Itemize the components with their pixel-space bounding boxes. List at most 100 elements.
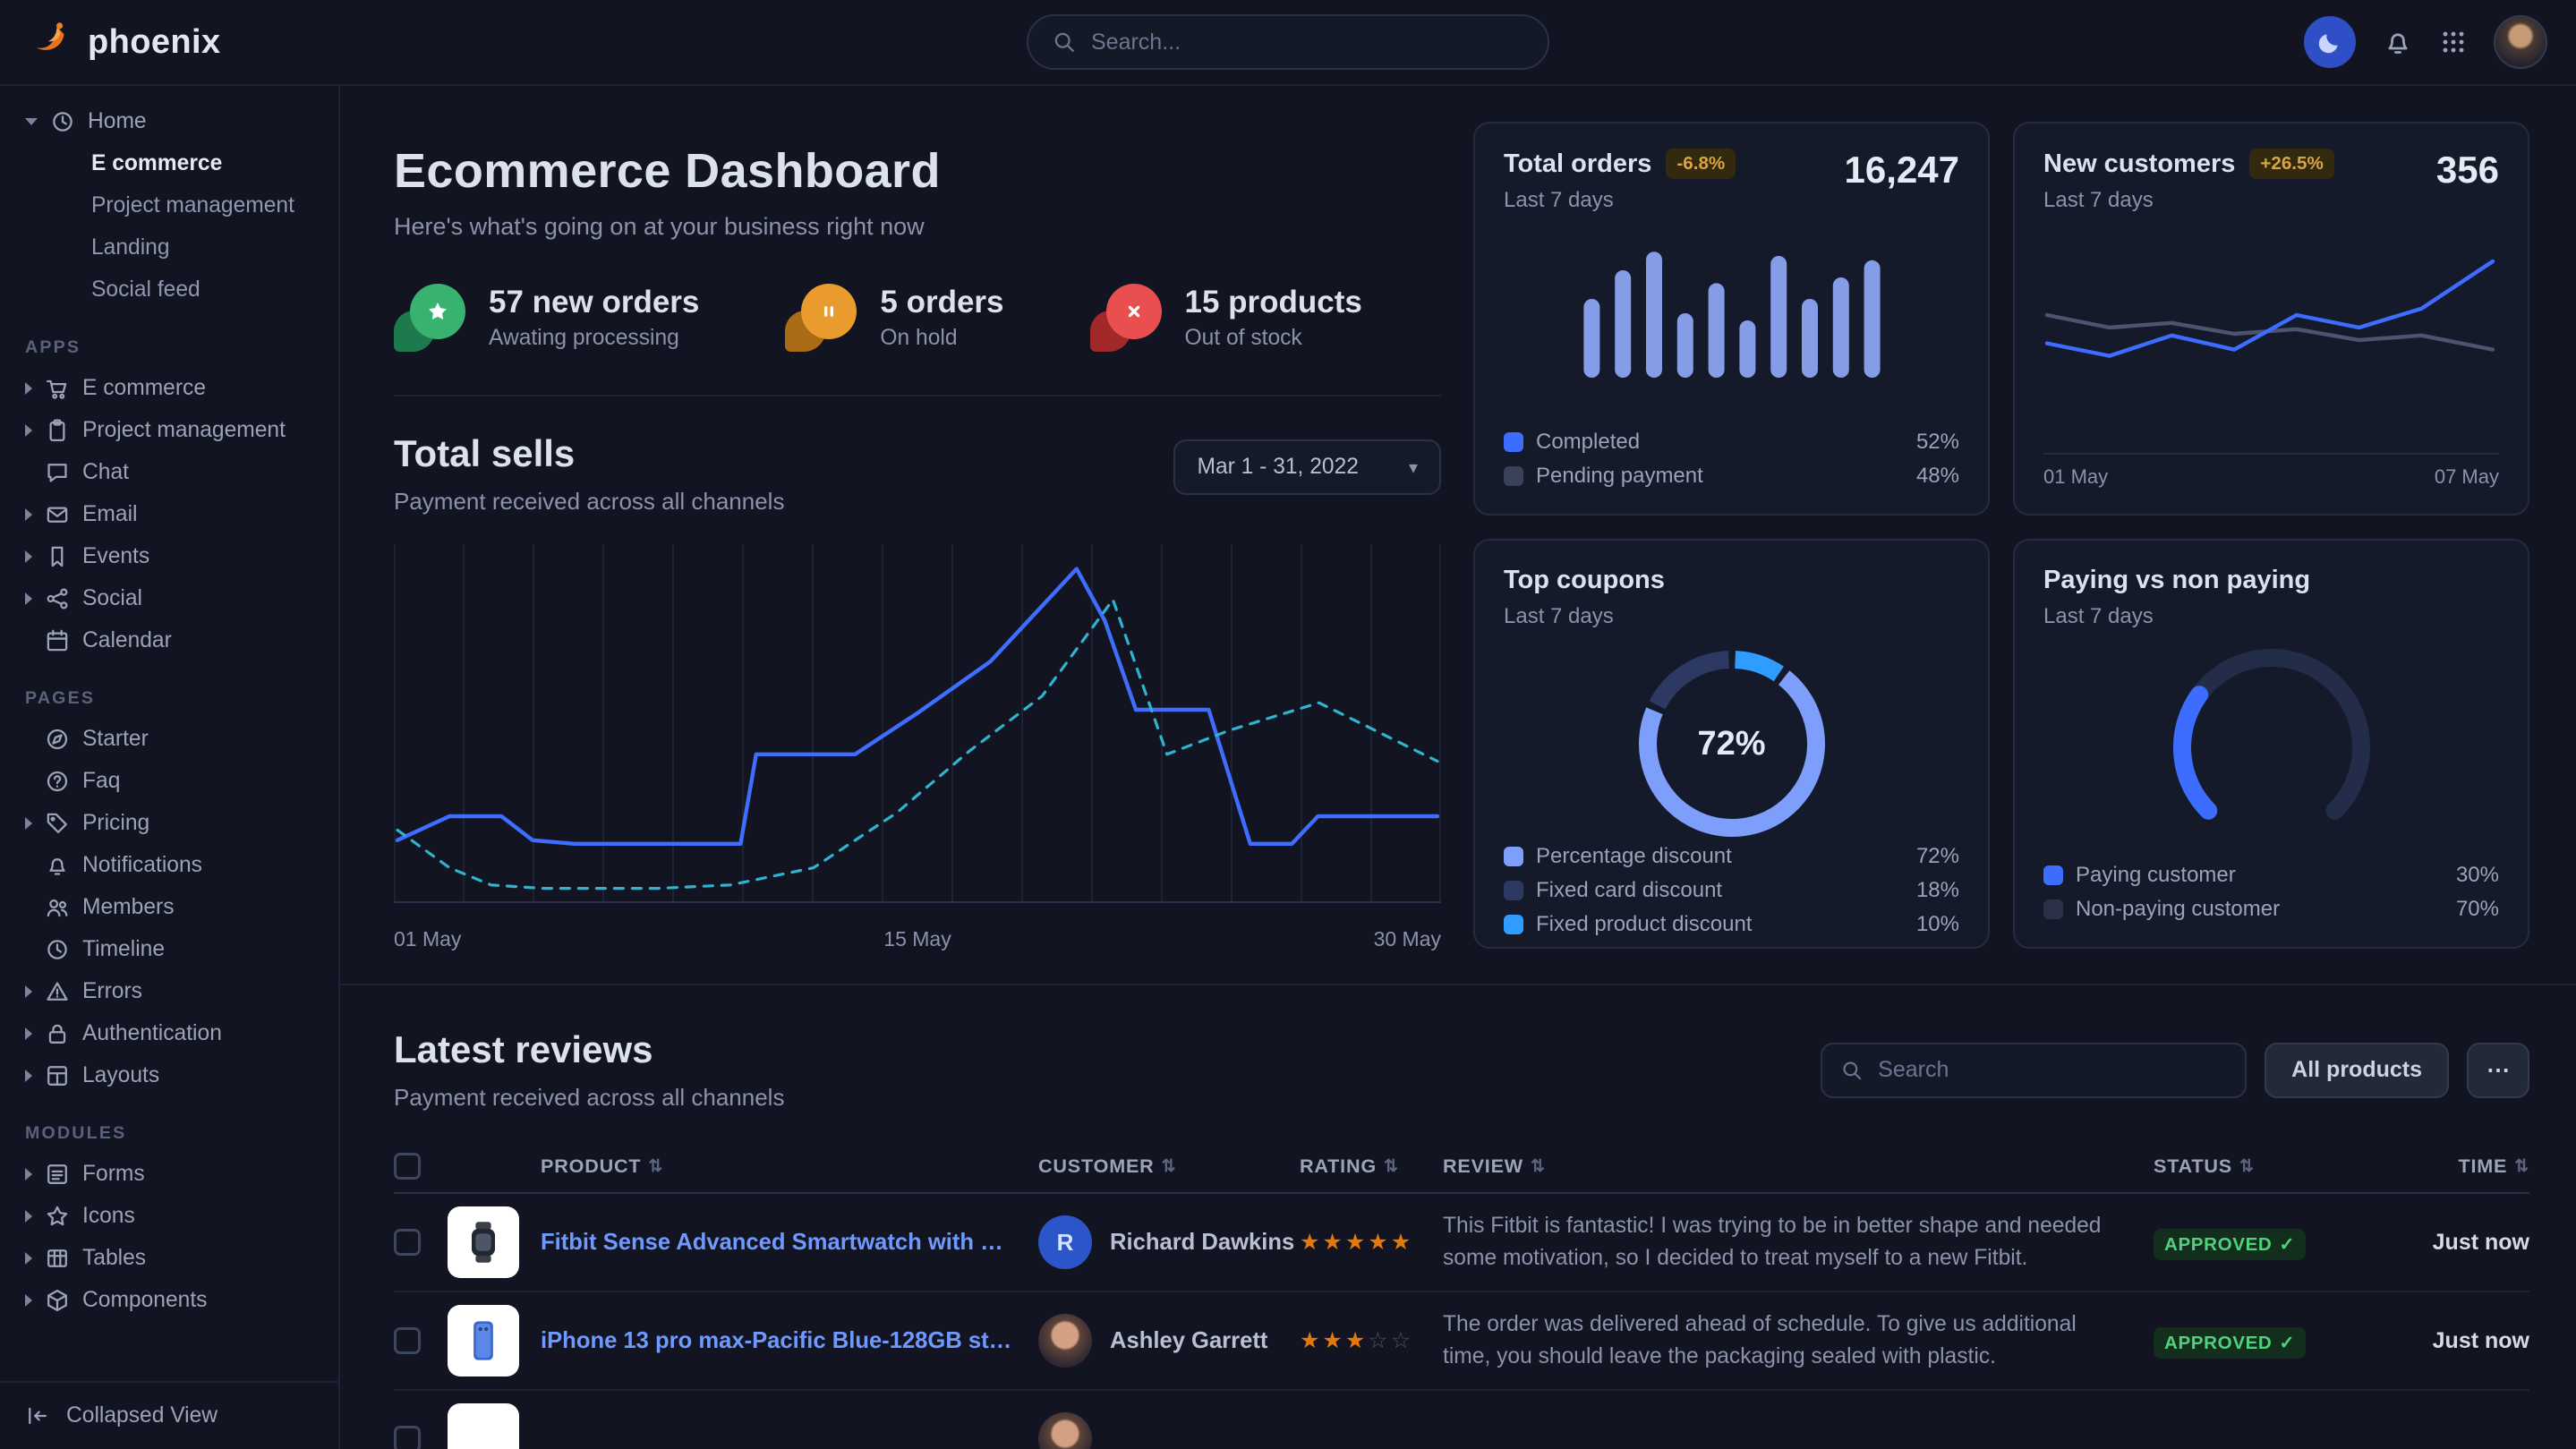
section-label-modules: MODULES [25, 1123, 324, 1144]
sidebar-item-components[interactable]: Components [14, 1279, 324, 1321]
sidebar-item-layouts[interactable]: Layouts [14, 1054, 324, 1096]
rating-stars: ★★★★★ [1300, 1229, 1443, 1256]
change-badge: +26.5% [2249, 149, 2333, 179]
more-options-button[interactable]: ⋯ [2467, 1043, 2529, 1098]
star-filled-icon: ★ [1368, 1230, 1390, 1255]
sidebar-item-label: Forms [82, 1162, 145, 1187]
apps-grid-button[interactable] [2440, 29, 2467, 55]
search-icon [1840, 1059, 1864, 1082]
moon-icon [2316, 29, 2343, 55]
column-header-status[interactable]: STATUS⇅ [2154, 1155, 2404, 1178]
kpi-cards-grid: Total orders -6.8% Last 7 days 16,247 Co… [1473, 122, 2529, 951]
sidebar-item-authentication[interactable]: Authentication [14, 1012, 324, 1054]
sidebar-item-errors[interactable]: Errors [14, 970, 324, 1012]
sort-icon: ⇅ [648, 1156, 663, 1177]
coupons-donut-chart: 72% [1632, 644, 1832, 844]
date-range-value: Mar 1 - 31, 2022 [1197, 455, 1358, 480]
all-products-button[interactable]: All products [2265, 1043, 2449, 1098]
sidebar-item-faq[interactable]: Faq [14, 760, 324, 802]
sidebar-item-e-commerce[interactable]: E commerce [14, 367, 324, 409]
customer-name: Ashley Garrett [1110, 1328, 1267, 1354]
legend-row: Fixed card discount18% [1504, 878, 1959, 903]
sidebar-subitem-landing[interactable]: Landing [14, 226, 324, 268]
notifications-button[interactable] [2383, 27, 2413, 57]
orders-legend: Completed52%Pending payment48% [1504, 430, 1959, 489]
legend-swatch [1504, 432, 1523, 452]
customer-cell: Ashley Garrett [1038, 1314, 1300, 1368]
product-link[interactable]: Fitbit Sense Advanced Smartwatch with To… [541, 1230, 1038, 1256]
sidebar-item-pricing[interactable]: Pricing [14, 802, 324, 844]
brand[interactable]: phoenix [29, 16, 340, 68]
sidebar-item-calendar[interactable]: Calendar [14, 619, 324, 661]
legend-swatch [2043, 865, 2063, 885]
date-range-select[interactable]: Mar 1 - 31, 2022 ▾ [1173, 439, 1441, 495]
caret-icon [25, 1070, 32, 1082]
table-row [394, 1391, 2529, 1449]
legend-swatch [1504, 915, 1523, 934]
app-root: phoenix HomeE commerceProject management… [0, 0, 2576, 1449]
sidebar-item-icons[interactable]: Icons [14, 1195, 324, 1237]
calendar-icon [45, 628, 70, 653]
star-filled-icon: ★ [1345, 1328, 1368, 1353]
table-row: iPhone 13 pro max-Pacific Blue-128GB sto… [394, 1292, 2529, 1391]
navbar-search-input[interactable] [1091, 30, 1524, 55]
stat-value: 57 new orders [489, 285, 699, 320]
sidebar-item-social[interactable]: Social [14, 577, 324, 619]
donut-center-label: 72% [1632, 644, 1832, 844]
lock-icon [45, 1021, 70, 1046]
sidebar-item-project-management[interactable]: Project management [14, 409, 324, 451]
sidebar-item-starter[interactable]: Starter [14, 718, 324, 760]
sidebar-item-home[interactable]: Home [14, 100, 324, 142]
legend-label: Completed [1536, 430, 1640, 455]
card-title: Paying vs non paying [2043, 566, 2310, 595]
sidebar-subitem-project-management[interactable]: Project management [14, 184, 324, 226]
caret-icon [25, 1294, 32, 1307]
axis-tick: 07 May [2435, 465, 2499, 489]
page-subtitle: Here's what's going on at your business … [394, 213, 1441, 241]
top-navbar: phoenix [0, 0, 2576, 86]
reviews-table-head: PRODUCT⇅CUSTOMER⇅RATING⇅REVIEW⇅STATUS⇅TI… [394, 1140, 2529, 1194]
clock-icon [45, 937, 70, 962]
legend-row: Non-paying customer70% [2043, 897, 2499, 922]
row-checkbox[interactable] [394, 1229, 421, 1256]
select-all-checkbox[interactable] [394, 1153, 421, 1180]
reviews-search-input[interactable] [1878, 1057, 2227, 1083]
sidebar-item-email[interactable]: Email [14, 493, 324, 535]
sidebar-item-tables[interactable]: Tables [14, 1237, 324, 1279]
row-checkbox[interactable] [394, 1327, 421, 1354]
user-avatar[interactable] [2494, 15, 2547, 69]
stat-value: 15 products [1185, 285, 1362, 320]
new-customers-x-axis: 01 May07 May [2043, 453, 2499, 489]
sidebar-item-timeline[interactable]: Timeline [14, 928, 324, 970]
row-checkbox[interactable] [394, 1426, 421, 1449]
column-header-customer[interactable]: CUSTOMER⇅ [1038, 1155, 1300, 1178]
sidebar-subitem-e-commerce[interactable]: E commerce [14, 142, 324, 184]
sidebar-subitem-social-feed[interactable]: Social feed [14, 268, 324, 311]
theme-toggle-button[interactable] [2304, 16, 2356, 68]
column-header-product[interactable]: PRODUCT⇅ [541, 1155, 1038, 1178]
paying-card: Paying vs non paying Last 7 days Paying … [2013, 539, 2529, 949]
sidebar-item-label: E commerce [82, 376, 206, 401]
customer-cell: RRichard Dawkins [1038, 1215, 1300, 1269]
collapse-view-toggle[interactable]: Collapsed View [0, 1381, 338, 1449]
compass-icon [45, 727, 70, 752]
column-header-rating[interactable]: RATING⇅ [1300, 1155, 1443, 1178]
coupons-legend: Percentage discount72%Fixed card discoun… [1504, 844, 1959, 937]
sort-icon: ⇅ [2239, 1156, 2255, 1177]
sidebar-item-events[interactable]: Events [14, 535, 324, 577]
cross-stat-icon [1090, 284, 1162, 352]
chat-icon [45, 460, 70, 485]
sidebar-item-chat[interactable]: Chat [14, 451, 324, 493]
star-filled-icon: ★ [1391, 1230, 1413, 1255]
sidebar-item-label: Pricing [82, 811, 149, 836]
collapse-view-label: Collapsed View [66, 1403, 218, 1428]
star-filled-icon: ★ [1345, 1230, 1368, 1255]
product-link[interactable]: iPhone 13 pro max-Pacific Blue-128GB sto… [541, 1328, 1038, 1354]
legend-swatch [1504, 466, 1523, 486]
column-header-time[interactable]: TIME⇅ [2404, 1155, 2529, 1178]
reviews-subtitle: Payment received across all channels [394, 1084, 784, 1112]
sidebar-item-notifications[interactable]: Notifications [14, 844, 324, 886]
sidebar-item-forms[interactable]: Forms [14, 1153, 324, 1195]
sidebar-item-members[interactable]: Members [14, 886, 324, 928]
column-header-review[interactable]: REVIEW⇅ [1443, 1155, 2154, 1178]
